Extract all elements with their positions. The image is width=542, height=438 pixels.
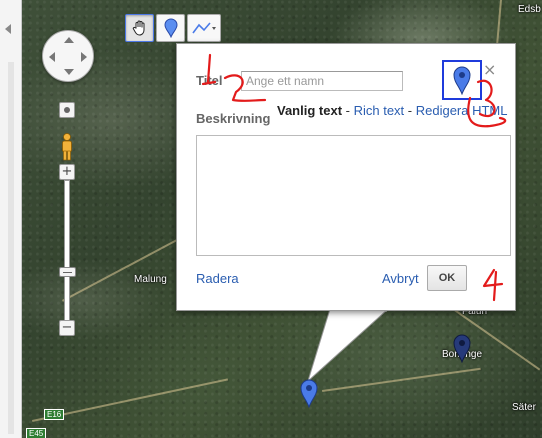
format-rich-text-link[interactable]: Rich text xyxy=(354,103,405,118)
pegman-icon[interactable] xyxy=(60,133,74,161)
place-label: Säter xyxy=(512,402,536,413)
hand-icon xyxy=(132,20,144,36)
pan-down-icon[interactable] xyxy=(64,69,74,75)
new-marker-icon[interactable] xyxy=(299,378,319,408)
ok-button[interactable]: OK xyxy=(427,265,467,291)
edit-html-link[interactable]: Redigera HTML xyxy=(416,103,508,118)
marker-icon-picker-button[interactable] xyxy=(442,60,482,100)
hand-tool-button[interactable] xyxy=(125,14,154,42)
pan-control[interactable] xyxy=(42,30,94,82)
pan-up-icon[interactable] xyxy=(64,37,74,43)
format-options: Vanlig text - Rich text - Redigera HTML xyxy=(277,103,517,119)
pan-right-icon[interactable] xyxy=(81,52,87,62)
zoom-in-button[interactable]: + xyxy=(59,164,75,180)
cancel-link[interactable]: Avbryt xyxy=(382,271,419,286)
popup-pointer xyxy=(306,309,389,383)
map-toolbar xyxy=(125,14,221,42)
map-marker-icon[interactable] xyxy=(452,333,472,363)
side-scrollbar[interactable] xyxy=(8,62,14,434)
separator: - xyxy=(404,103,416,118)
marker-icon xyxy=(453,66,471,95)
place-label: Malung xyxy=(134,274,167,285)
zoom-reset-button[interactable] xyxy=(59,102,75,118)
side-panel-strip xyxy=(0,0,22,438)
title-label: Titel xyxy=(196,73,223,88)
edit-placemark-popup: × Titel Beskrivning Vanlig text - Rich t… xyxy=(176,43,516,311)
line-tool-button[interactable] xyxy=(187,14,221,42)
description-textarea[interactable] xyxy=(196,135,511,256)
route-shield: E45 xyxy=(26,428,47,438)
collapse-panel-arrow-icon[interactable] xyxy=(5,24,11,34)
route-shield: E16 xyxy=(44,409,65,420)
pan-left-icon[interactable] xyxy=(49,52,55,62)
delete-link[interactable]: Radera xyxy=(196,271,239,286)
zoom-slider-track[interactable] xyxy=(64,180,70,330)
description-label: Beskrivning xyxy=(196,111,271,126)
title-input[interactable] xyxy=(241,71,403,91)
format-plain-text: Vanlig text xyxy=(277,103,343,118)
close-icon[interactable]: × xyxy=(483,60,496,79)
zoom-out-button[interactable]: − xyxy=(59,320,75,336)
zoom-slider-handle[interactable] xyxy=(59,267,76,277)
marker-tool-button[interactable] xyxy=(156,14,185,42)
marker-icon xyxy=(163,18,178,38)
place-label: Edsb xyxy=(518,4,541,15)
dot-icon xyxy=(64,107,70,113)
separator: - xyxy=(342,103,354,118)
line-icon xyxy=(192,22,216,34)
